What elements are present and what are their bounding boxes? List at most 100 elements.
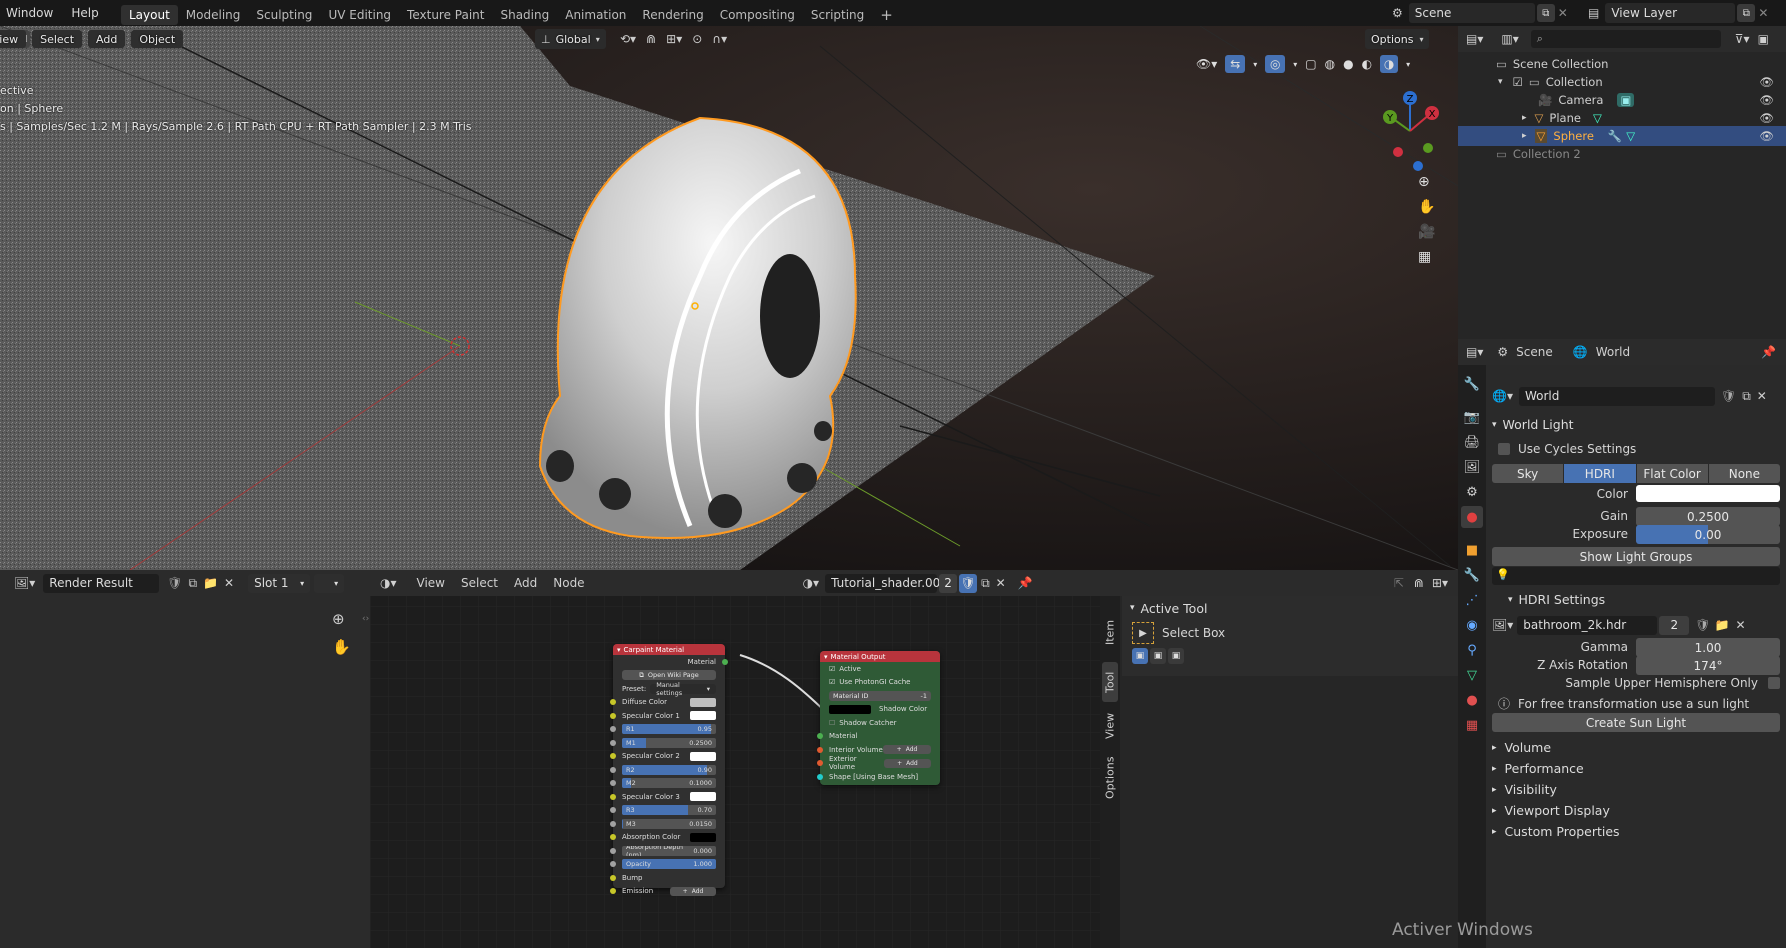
add-emission-button[interactable]: + Add <box>670 886 716 896</box>
input-socket[interactable] <box>610 847 616 854</box>
input-socket[interactable] <box>610 780 616 787</box>
checkbox-icon[interactable]: ☑ <box>829 678 835 686</box>
exposure-slider[interactable]: 0.00 <box>1636 525 1780 544</box>
value-slider[interactable]: M3 0.0150 <box>622 818 716 829</box>
viewport-display-panel-header[interactable]: ▸ Viewport Display <box>1492 800 1780 821</box>
eye-icon[interactable]: 👁 <box>1759 111 1774 125</box>
z-rotation-field[interactable]: 174° <box>1636 656 1780 675</box>
select-extend-icon[interactable]: ▣ <box>1150 648 1166 664</box>
tab-uv-editing[interactable]: UV Editing <box>320 5 399 25</box>
mode-sky-button[interactable]: Sky <box>1492 464 1564 483</box>
eye-icon[interactable]: 👁 <box>1759 93 1774 107</box>
outliner-search-input[interactable]: ⌕ <box>1530 30 1721 48</box>
volume-panel-header[interactable]: ▸ Volume <box>1492 737 1780 758</box>
menu-view[interactable]: View <box>417 576 445 590</box>
open-file-icon[interactable]: 📁 <box>203 576 218 590</box>
input-socket[interactable] <box>610 861 616 868</box>
value-slider[interactable]: R2 0.90 <box>622 764 716 775</box>
wireframe-shading-icon[interactable]: ◍ <box>1325 57 1335 71</box>
duplicate-icon[interactable]: ⧉ <box>1742 389 1751 404</box>
new-scene-icon[interactable]: ⧉ <box>1536 4 1555 22</box>
tab-scripting[interactable]: Scripting <box>803 5 872 25</box>
tab-rendering[interactable]: Rendering <box>634 5 711 25</box>
shadow-color-swatch[interactable] <box>829 704 871 714</box>
material-tab-icon[interactable]: ● <box>1461 689 1483 711</box>
close-icon[interactable]: ✕ <box>996 576 1006 590</box>
mode-none-button[interactable]: None <box>1708 464 1780 483</box>
new-view-layer-icon[interactable]: ⧉ <box>1737 4 1756 22</box>
tab-view[interactable]: View <box>1102 706 1118 746</box>
scene-name-field[interactable]: Scene <box>1408 3 1535 23</box>
pin-icon[interactable]: 📌 <box>1018 576 1033 590</box>
output-tab-icon[interactable]: 🖨 <box>1461 431 1483 453</box>
menu-help[interactable]: Help <box>62 0 107 26</box>
particles-tab-icon[interactable]: ⋰ <box>1461 589 1483 611</box>
tab-texture-paint[interactable]: Texture Paint <box>399 5 492 25</box>
pan-hand-icon[interactable]: ✋ <box>1418 199 1435 215</box>
menu-window[interactable]: Window <box>0 0 62 26</box>
object-tab-icon[interactable]: ■ <box>1461 539 1483 561</box>
light-group-field[interactable]: 💡 <box>1492 567 1780 585</box>
camera-view-icon[interactable]: 🎥 <box>1418 224 1435 240</box>
material-shading-icon[interactable]: ◐ <box>1362 57 1372 71</box>
open-wiki-button[interactable]: ⧉ Open Wiki Page <box>622 670 716 681</box>
hdri-settings-panel-header[interactable]: ▾ HDRI Settings <box>1508 592 1605 607</box>
zoom-icon[interactable]: ⊕ <box>332 610 351 628</box>
hdri-users-count[interactable]: 2 <box>1659 615 1690 635</box>
parent-node-icon[interactable]: ⇱ <box>1394 576 1404 590</box>
image-name-field[interactable]: Render Result <box>43 573 160 593</box>
input-socket[interactable] <box>610 699 616 706</box>
zoom-icon[interactable]: ⊕ <box>1418 174 1435 190</box>
value-slider[interactable]: Opacity 1.000 <box>622 859 716 870</box>
pan-hand-icon[interactable]: ✋ <box>332 638 351 656</box>
snap-target-icon[interactable]: ⊞▾ <box>1432 576 1448 590</box>
data-tab-icon[interactable]: ▽ <box>1461 664 1483 686</box>
shader-node-editor[interactable]: ◑▾ View Select Add Node ◑▾ Tutorial_shad… <box>370 570 1458 948</box>
solid-shading-icon[interactable]: ● <box>1343 57 1353 71</box>
gain-field[interactable]: 0.2500 <box>1636 507 1780 526</box>
color-swatch[interactable] <box>690 751 716 761</box>
pivot-icon[interactable]: ⟲▾ <box>620 32 636 46</box>
chevron-down-icon[interactable]: ▾ <box>1293 60 1297 69</box>
mesh-data-icon[interactable]: ▽ <box>1593 111 1602 125</box>
menu-object[interactable]: Object <box>131 30 184 48</box>
tab-shading[interactable]: Shading <box>492 5 557 25</box>
select-new-icon[interactable]: ▣ <box>1132 648 1148 664</box>
mode-hdri-button[interactable]: HDRI <box>1564 464 1636 483</box>
navigation-gizmo[interactable]: Z Y X <box>1370 86 1450 176</box>
fake-user-icon[interactable]: 🛡 <box>959 573 978 593</box>
input-socket[interactable] <box>817 760 823 767</box>
rendered-shading-icon[interactable]: ◑ <box>1380 55 1399 73</box>
chevron-down-icon[interactable]: ▾ <box>1253 60 1257 69</box>
camera-data-icon[interactable]: ▣ <box>1617 93 1635 107</box>
3d-viewport[interactable]: ▣ ▣ ▣ View Select Add Object ⊥ Global ▾ … <box>0 26 1458 570</box>
active-tool-row[interactable]: ▶ Select Box <box>1122 620 1458 646</box>
mode-flat-color-button[interactable]: Flat Color <box>1636 464 1708 483</box>
color-swatch[interactable] <box>1636 485 1780 502</box>
editor-type-icon[interactable]: ▤▾ <box>1466 32 1483 46</box>
expand-sidebar-icon[interactable]: ‹› <box>362 614 369 624</box>
options-dropdown[interactable]: Options ▾ <box>1365 29 1430 49</box>
gamma-field[interactable]: 1.00 <box>1636 638 1780 657</box>
input-socket[interactable] <box>610 834 616 841</box>
chevron-right-icon[interactable]: ▸ <box>1522 131 1527 141</box>
scene-selector[interactable]: ⚙ Scene ⧉ ✕ <box>1392 3 1571 23</box>
outliner-item-plane[interactable]: ▸ ▽ Plane ▽ 👁 <box>1458 108 1786 128</box>
physics-tab-icon[interactable]: ◉ <box>1461 614 1483 636</box>
open-file-icon[interactable]: 📁 <box>1715 618 1730 632</box>
checkbox-icon[interactable]: ☑ <box>1513 75 1523 89</box>
editor-type-icon[interactable]: 🖼▾ <box>14 576 35 590</box>
overlay-toggle-icon[interactable]: ◎ <box>1265 55 1286 73</box>
fake-user-icon[interactable]: 🛡 <box>1695 618 1710 632</box>
world-light-panel-header[interactable]: ▾ World Light <box>1492 417 1574 432</box>
tab-animation[interactable]: Animation <box>557 5 634 25</box>
world-tab-icon[interactable]: ● <box>1461 506 1483 528</box>
fake-user-icon[interactable]: 🛡 <box>1721 389 1736 403</box>
editor-type-icon[interactable]: ◑▾ <box>380 576 397 590</box>
color-swatch[interactable] <box>690 832 716 842</box>
close-icon[interactable]: ✕ <box>1757 389 1767 403</box>
chevron-down-icon[interactable]: ▾ <box>1406 60 1410 69</box>
collapse-icon[interactable]: ▾ <box>617 646 621 654</box>
material-id-field[interactable]: Material ID -1 <box>829 690 931 701</box>
custom-properties-panel-header[interactable]: ▸ Custom Properties <box>1492 821 1780 842</box>
